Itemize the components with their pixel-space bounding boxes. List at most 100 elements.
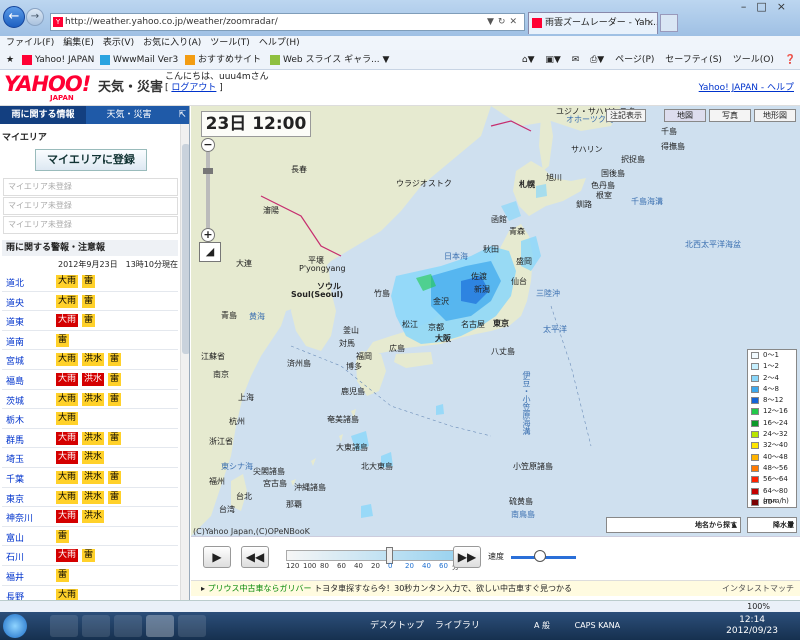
alert-row[interactable]: 道東 大雨雷 — [2, 311, 178, 331]
logout-link[interactable]: ログアウト — [171, 83, 216, 93]
view-map-button[interactable]: 地図 — [664, 109, 706, 122]
menu-edit[interactable]: 編集(E) — [63, 38, 94, 48]
my-area-slot-1[interactable]: マイエリア未登録 — [3, 178, 178, 196]
feeds-icon[interactable]: ▣▼ — [545, 55, 560, 65]
taskbar-desktop[interactable]: デスクトップ — [370, 621, 424, 631]
alert-prefecture[interactable]: 茨城 — [6, 394, 24, 407]
collapse-icon[interactable]: ⇱ — [178, 106, 186, 124]
register-my-area-button[interactable]: マイエリアに登録 — [35, 149, 147, 171]
mail-icon[interactable]: ✉ — [572, 55, 580, 65]
alert-row[interactable]: 福井 雷 — [2, 566, 178, 586]
address-bar[interactable]: Y http://weather.yahoo.co.jp/weather/zoo… — [50, 13, 525, 31]
alert-prefecture[interactable]: 神奈川 — [6, 511, 33, 524]
taskbar-app-1-icon[interactable] — [50, 615, 78, 637]
fav-webslice[interactable]: Web スライス ギャラ... ▼ — [270, 50, 389, 70]
alert-prefecture[interactable]: 石川 — [6, 550, 24, 563]
menu-help[interactable]: ヘルプ(H) — [259, 38, 300, 48]
zoom-in-button[interactable]: + — [201, 228, 215, 242]
alert-row[interactable]: 道央 大雨雷 — [2, 292, 178, 312]
alert-prefecture[interactable]: 福井 — [6, 570, 24, 583]
alert-prefecture[interactable]: 東京 — [6, 492, 24, 505]
section-title[interactable]: 天気・災害 — [98, 76, 163, 95]
alert-row[interactable]: 長野 大雨 — [2, 586, 178, 601]
window-controls[interactable]: –□× — [741, 0, 796, 13]
tab-zoomradar[interactable]: 雨雲ズームレーダー - Yah... × — [528, 12, 658, 34]
new-tab-button[interactable] — [660, 14, 678, 32]
taskbar-ie-icon[interactable] — [146, 615, 174, 637]
alert-row[interactable]: 宮城 大雨 洪水雷 — [2, 350, 178, 370]
view-terrain-button[interactable]: 地形図 — [754, 109, 796, 122]
fav-recommended[interactable]: おすすめサイト — [185, 50, 261, 70]
step-back-button[interactable]: ◀◀ — [241, 546, 269, 568]
play-button[interactable]: ▶ — [203, 546, 231, 568]
clock[interactable]: 12:14 2012/09/23 — [726, 615, 778, 637]
tab-weather-disaster[interactable]: 天気・災害 — [86, 106, 172, 124]
start-button[interactable] — [3, 614, 27, 638]
menu-tools[interactable]: ツール(T) — [210, 38, 250, 48]
alert-prefecture[interactable]: 福島 — [6, 374, 24, 387]
alert-prefecture[interactable]: 群馬 — [6, 433, 24, 446]
yahoo-logo[interactable]: YAHOO! — [4, 72, 91, 96]
alert-prefecture[interactable]: 道南 — [6, 335, 24, 348]
alert-prefecture[interactable]: 宮城 — [6, 354, 24, 367]
sidebar-scrollbar[interactable] — [180, 124, 189, 600]
safety-menu[interactable]: セーフティ(S) — [665, 55, 722, 65]
alert-prefecture[interactable]: 千葉 — [6, 472, 24, 485]
zoom-handle[interactable] — [203, 168, 213, 174]
tab-close-icon[interactable]: × — [646, 13, 654, 33]
ad-banner[interactable]: ▸ プリウス中古車ならガリバー トヨタ車探すなら今！30秒カンタン入力で、欲しい… — [191, 580, 800, 596]
help-icon[interactable]: ❓ — [785, 55, 796, 65]
radar-map[interactable]: 長春 ウラジオストク 札幌 旭川 釧路 根室 瀋陽 大連 平壌 P'yongya… — [191, 106, 800, 536]
menu-favorites[interactable]: お気に入り(A) — [143, 38, 201, 48]
time-slider[interactable] — [286, 550, 454, 561]
back-button[interactable]: ← — [3, 6, 25, 28]
tab-rain-info[interactable]: 雨に関する情報 — [0, 106, 86, 124]
menu-view[interactable]: 表示(V) — [103, 38, 134, 48]
step-forward-button[interactable]: ▶▶ — [453, 546, 481, 568]
alert-prefecture[interactable]: 埼玉 — [6, 452, 24, 465]
address-actions[interactable]: ▼↻✕ — [487, 14, 521, 30]
alert-row[interactable]: 千葉 大雨 洪水雷 — [2, 468, 178, 488]
home-icon[interactable]: ⌂▼ — [522, 55, 535, 65]
alert-row[interactable]: 東京 大雨 洪水雷 — [2, 488, 178, 508]
fav-yahoo[interactable]: Yahoo! JAPAN — [22, 50, 94, 70]
print-icon[interactable]: ⎙▼ — [590, 55, 604, 65]
alert-prefecture[interactable]: 道東 — [6, 315, 24, 328]
tray-ime[interactable]: A 般 — [534, 621, 550, 630]
menu-file[interactable]: ファイル(F) — [6, 38, 54, 48]
taskbar-app-2-icon[interactable] — [82, 615, 110, 637]
ad-provider[interactable]: インタレストマッチ — [722, 581, 794, 596]
fav-wwwmail[interactable]: WwwMail Ver3 — [100, 50, 178, 70]
alert-row[interactable]: 富山 雷 — [2, 527, 178, 547]
speed-slider-knob[interactable] — [534, 550, 546, 562]
alert-row[interactable]: 群馬 大雨 洪水雷 — [2, 429, 178, 449]
alert-row[interactable]: 埼玉 大雨 洪水 — [2, 448, 178, 468]
my-area-slot-3[interactable]: マイエリア未登録 — [3, 216, 178, 234]
favorites-star-icon[interactable]: ★ — [6, 50, 14, 70]
taskbar-app-3-icon[interactable] — [114, 615, 142, 637]
alert-prefecture[interactable]: 道央 — [6, 296, 24, 309]
place-search-button[interactable]: 地名から探す ▲ — [606, 517, 741, 533]
alert-prefecture[interactable]: 長野 — [6, 590, 24, 601]
alert-row[interactable]: 石川 大雨雷 — [2, 546, 178, 566]
alert-prefecture[interactable]: 道北 — [6, 276, 24, 289]
page-menu[interactable]: ページ(P) — [615, 55, 654, 65]
zoom-out-button[interactable]: − — [201, 138, 215, 152]
alert-row[interactable]: 神奈川 大雨 洪水 — [2, 507, 178, 527]
my-area-slot-2[interactable]: マイエリア未登録 — [3, 197, 178, 215]
taskbar-library[interactable]: ライブラリ — [435, 621, 480, 631]
alert-row[interactable]: 道南 雷 — [2, 331, 178, 351]
alert-row[interactable]: 茨城 大雨 洪水雷 — [2, 390, 178, 410]
tools-menu[interactable]: ツール(O) — [733, 55, 774, 65]
alert-row[interactable]: 道北 大雨雷 — [2, 272, 178, 292]
rain-type-select[interactable]: 降水量 ▼ — [747, 517, 797, 533]
view-photo-button[interactable]: 写真 — [709, 109, 751, 122]
taskbar-app-5-icon[interactable] — [178, 615, 206, 637]
fullscreen-icon[interactable]: ◢ — [199, 242, 221, 262]
scrollbar-thumb[interactable] — [182, 144, 189, 354]
alert-row[interactable]: 福島 大雨 洪水雷 — [2, 370, 178, 390]
alert-prefecture[interactable]: 栃木 — [6, 413, 24, 426]
forward-button[interactable]: → — [26, 8, 44, 26]
header-right-links[interactable]: Yahoo! JAPAN - ヘルプ — [699, 80, 794, 93]
alert-prefecture[interactable]: 富山 — [6, 531, 24, 544]
